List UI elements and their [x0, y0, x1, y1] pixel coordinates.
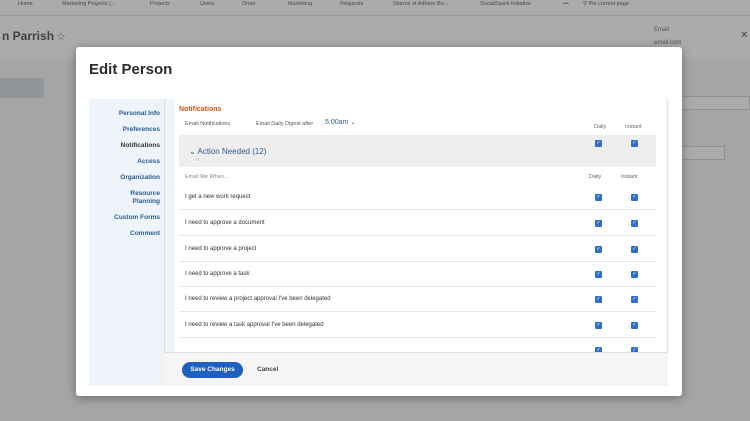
group-title[interactable]: ⌄ Action Needed (12) [189, 147, 266, 156]
modal-footer: Save Changes Cancel [164, 352, 668, 386]
notification-label: I need to approve a project [185, 246, 257, 252]
daily-checkbox[interactable]: ✓ [595, 296, 602, 303]
instant-checkbox[interactable]: ✓ [631, 220, 638, 227]
list-item: I get a new work request ✓ ✓ [179, 185, 656, 210]
modal-title: Edit Person [89, 61, 173, 78]
cursor-icon: ○ [196, 157, 200, 163]
notification-label: I get a new work request [185, 194, 251, 200]
group-instant-checkbox[interactable]: ✓ [631, 140, 638, 147]
group-daily-checkbox[interactable]: ✓ [595, 140, 602, 147]
column-daily-header: Daily [594, 124, 607, 130]
instant-checkbox[interactable]: ✓ [631, 322, 638, 329]
digest-time-select[interactable]: 5:00am ⌄ [325, 119, 355, 126]
scrollbar[interactable] [666, 99, 669, 352]
cancel-button[interactable]: Cancel [257, 366, 278, 373]
save-changes-button[interactable]: Save Changes [182, 362, 243, 378]
sidebar-item-resource-planning[interactable]: Resource Planning [89, 190, 174, 206]
sidebar-item-access[interactable]: Access [89, 158, 174, 166]
sidebar-item-notifications[interactable]: Notifications [89, 142, 174, 150]
notifications-panel: Notifications Email Notifications Email … [164, 99, 668, 386]
daily-checkbox[interactable]: ✓ [595, 271, 602, 278]
daily-checkbox[interactable]: ✓ [595, 220, 602, 227]
instant-checkbox[interactable]: ✓ [631, 194, 638, 201]
daily-checkbox[interactable]: ✓ [595, 246, 602, 253]
notification-list: I get a new work request ✓ ✓ I need to a… [179, 185, 656, 357]
sidebar-item-preferences[interactable]: Preferences [89, 126, 174, 134]
notification-label: I need to approve a document [185, 220, 265, 226]
action-needed-group[interactable]: ⌄ Action Needed (12) ○ ✓ ✓ [179, 135, 656, 167]
notification-label: I need to review a task approval I've be… [185, 322, 324, 328]
settings-sidebar: Personal Info Preferences Notifications … [89, 99, 174, 386]
sidebar-item-organization[interactable]: Organization [89, 174, 174, 182]
list-item: I need to approve a task ✓ ✓ [179, 262, 656, 287]
sidebar-item-custom-forms[interactable]: Custom Forms [89, 214, 174, 222]
instant-checkbox[interactable]: ✓ [631, 271, 638, 278]
notification-label: I need to review a project approval I've… [185, 296, 331, 302]
notification-label: I need to approve a task [185, 271, 250, 277]
list-item: I need to review a task approval I've be… [179, 313, 656, 338]
daily-checkbox[interactable]: ✓ [595, 322, 602, 329]
chevron-down-icon: ⌄ [350, 120, 356, 126]
column-instant-header: Instant [625, 124, 642, 130]
list-item: I need to approve a document ✓ ✓ [179, 211, 656, 236]
email-notifications-label: Email Notifications [185, 121, 231, 127]
instant-checkbox[interactable]: ✓ [631, 246, 638, 253]
sidebar-item-comment[interactable]: Comment [89, 230, 174, 238]
sidebar-item-personal-info[interactable]: Personal Info [89, 110, 174, 118]
daily-checkbox[interactable]: ✓ [595, 194, 602, 201]
edit-person-modal: Edit Person Personal Info Preferences No… [76, 47, 682, 396]
column-instant-header-2: Instant [621, 174, 638, 180]
list-item: I need to approve a project ✓ ✓ [179, 237, 656, 262]
digest-label: Email Daily Digest after [256, 121, 314, 127]
instant-checkbox[interactable]: ✓ [631, 296, 638, 303]
email-me-when-label: Email Me When... [185, 174, 229, 180]
list-item: I need to review a project approval I've… [179, 287, 656, 312]
section-title: Notifications [179, 106, 222, 113]
column-daily-header-2: Daily [589, 174, 602, 180]
